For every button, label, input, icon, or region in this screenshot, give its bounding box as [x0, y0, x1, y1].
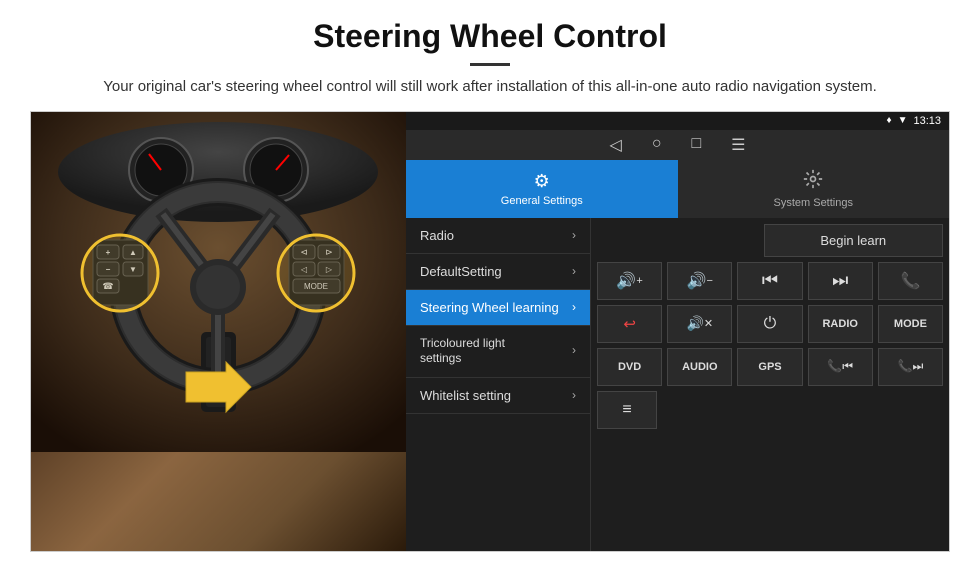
vol-down-icon: 🔊 — [687, 271, 707, 291]
prev-track-button[interactable]: ⏮ — [737, 262, 802, 300]
location-icon: ♦ — [886, 115, 891, 126]
audio-button[interactable]: AUDIO — [667, 348, 732, 386]
general-settings-icon: ⚙ — [534, 171, 550, 192]
menu-steering-chevron: › — [572, 300, 576, 314]
prev-icon: ⏮ — [762, 270, 778, 291]
menu-steering-label: Steering Wheel learning — [420, 300, 559, 315]
controls-row-4: DVD AUDIO GPS 📞⏮ 📞⏭ — [597, 348, 943, 386]
phone-icon: 📞 — [900, 271, 920, 291]
system-settings-icon — [803, 169, 823, 194]
nav-bar: ◁ ○ □ ☰ — [406, 130, 949, 160]
menu-tricoloured-chevron: › — [572, 343, 576, 359]
controls-panel: Begin learn 🔊+ 🔊− ⏮ — [591, 218, 949, 552]
power-button[interactable]: ⏻ — [737, 305, 802, 343]
menu-whitelist-label: Whitelist setting — [420, 388, 511, 403]
status-bar: ♦ ▼ 13:13 — [406, 112, 949, 130]
mode-label: MODE — [894, 318, 927, 330]
mode-button[interactable]: MODE — [878, 305, 943, 343]
menu-item-radio[interactable]: Radio › — [406, 218, 590, 254]
home-nav-icon[interactable]: ○ — [652, 135, 662, 155]
controls-row-1: Begin learn — [597, 224, 943, 257]
vol-up-icon: 🔊 — [616, 271, 636, 291]
controls-row-2: 🔊+ 🔊− ⏮ ⏭ 📞 — [597, 262, 943, 300]
phone-button[interactable]: 📞 — [878, 262, 943, 300]
back-nav-icon[interactable]: ◁ — [610, 135, 622, 155]
main-content: Radio › DefaultSetting › Steering Wheel … — [406, 218, 949, 552]
tab-system-label: System Settings — [774, 197, 853, 209]
vol-down-button[interactable]: 🔊− — [667, 262, 732, 300]
phone-prev-icon: 📞⏮ — [827, 359, 853, 374]
menu-nav-icon[interactable]: ☰ — [731, 135, 745, 155]
next-icon: ⏭ — [832, 270, 848, 291]
power-icon: ⏻ — [764, 315, 777, 333]
dvd-label: DVD — [618, 361, 641, 373]
menu-radio-label: Radio — [420, 228, 454, 243]
vol-up-button[interactable]: 🔊+ — [597, 262, 662, 300]
phone-next-button[interactable]: 📞⏭ — [878, 348, 943, 386]
mute-icon: 🔊 — [686, 315, 703, 332]
car-image: + − ☎ ▲ ▼ ⊲ ⊳ ◁ — [31, 112, 406, 552]
list-icon: ≡ — [622, 401, 631, 419]
android-ui: ♦ ▼ 13:13 ◁ ○ □ ☰ ⚙ General Settings — [406, 112, 949, 552]
tab-general-label: General Settings — [501, 195, 583, 207]
radio-label: RADIO — [822, 318, 857, 330]
begin-learn-button[interactable]: Begin learn — [764, 224, 944, 257]
page-title: Steering Wheel Control — [313, 18, 667, 55]
menu-item-tricoloured[interactable]: Tricoloured light settings › — [406, 326, 590, 378]
title-divider — [470, 63, 510, 66]
menu-radio-chevron: › — [572, 228, 576, 242]
page-subtitle: Your original car's steering wheel contr… — [103, 76, 877, 99]
controls-row-3: ↩ 🔊✕ ⏻ RADIO MODE — [597, 305, 943, 343]
status-time: 13:13 — [913, 115, 941, 127]
menu-item-defaultsetting[interactable]: DefaultSetting › — [406, 254, 590, 290]
recent-nav-icon[interactable]: □ — [691, 135, 701, 155]
radio-button[interactable]: RADIO — [808, 305, 873, 343]
wifi-icon: ▼ — [898, 115, 908, 126]
phone-prev-button[interactable]: 📞⏮ — [808, 348, 873, 386]
mute-button[interactable]: 🔊✕ — [667, 305, 732, 343]
menu-whitelist-chevron: › — [572, 388, 576, 402]
gps-label: GPS — [758, 361, 781, 373]
gps-button[interactable]: GPS — [737, 348, 802, 386]
controls-row-5: ≡ — [597, 391, 943, 429]
phone-next-icon: 📞⏭ — [898, 359, 924, 374]
tab-system-settings[interactable]: System Settings — [678, 160, 950, 218]
steering-wheel-svg: + − ☎ ▲ ▼ ⊲ ⊳ ◁ — [31, 112, 406, 452]
hangup-icon: ↩ — [623, 315, 636, 333]
menu-item-whitelist[interactable]: Whitelist setting › — [406, 378, 590, 414]
audio-label: AUDIO — [682, 361, 717, 373]
tabs-row: ⚙ General Settings System Settings — [406, 160, 949, 218]
menu-tricoloured-label: Tricoloured light settings — [420, 336, 530, 367]
menu-defaultsetting-chevron: › — [572, 264, 576, 278]
dvd-button[interactable]: DVD — [597, 348, 662, 386]
next-track-button[interactable]: ⏭ — [808, 262, 873, 300]
menu-list: Radio › DefaultSetting › Steering Wheel … — [406, 218, 591, 552]
menu-item-steering-wheel[interactable]: Steering Wheel learning › — [406, 290, 590, 326]
menu-defaultsetting-label: DefaultSetting — [420, 264, 502, 279]
list-icon-button[interactable]: ≡ — [597, 391, 657, 429]
hangup-button[interactable]: ↩ — [597, 305, 662, 343]
tab-general-settings[interactable]: ⚙ General Settings — [406, 160, 678, 218]
